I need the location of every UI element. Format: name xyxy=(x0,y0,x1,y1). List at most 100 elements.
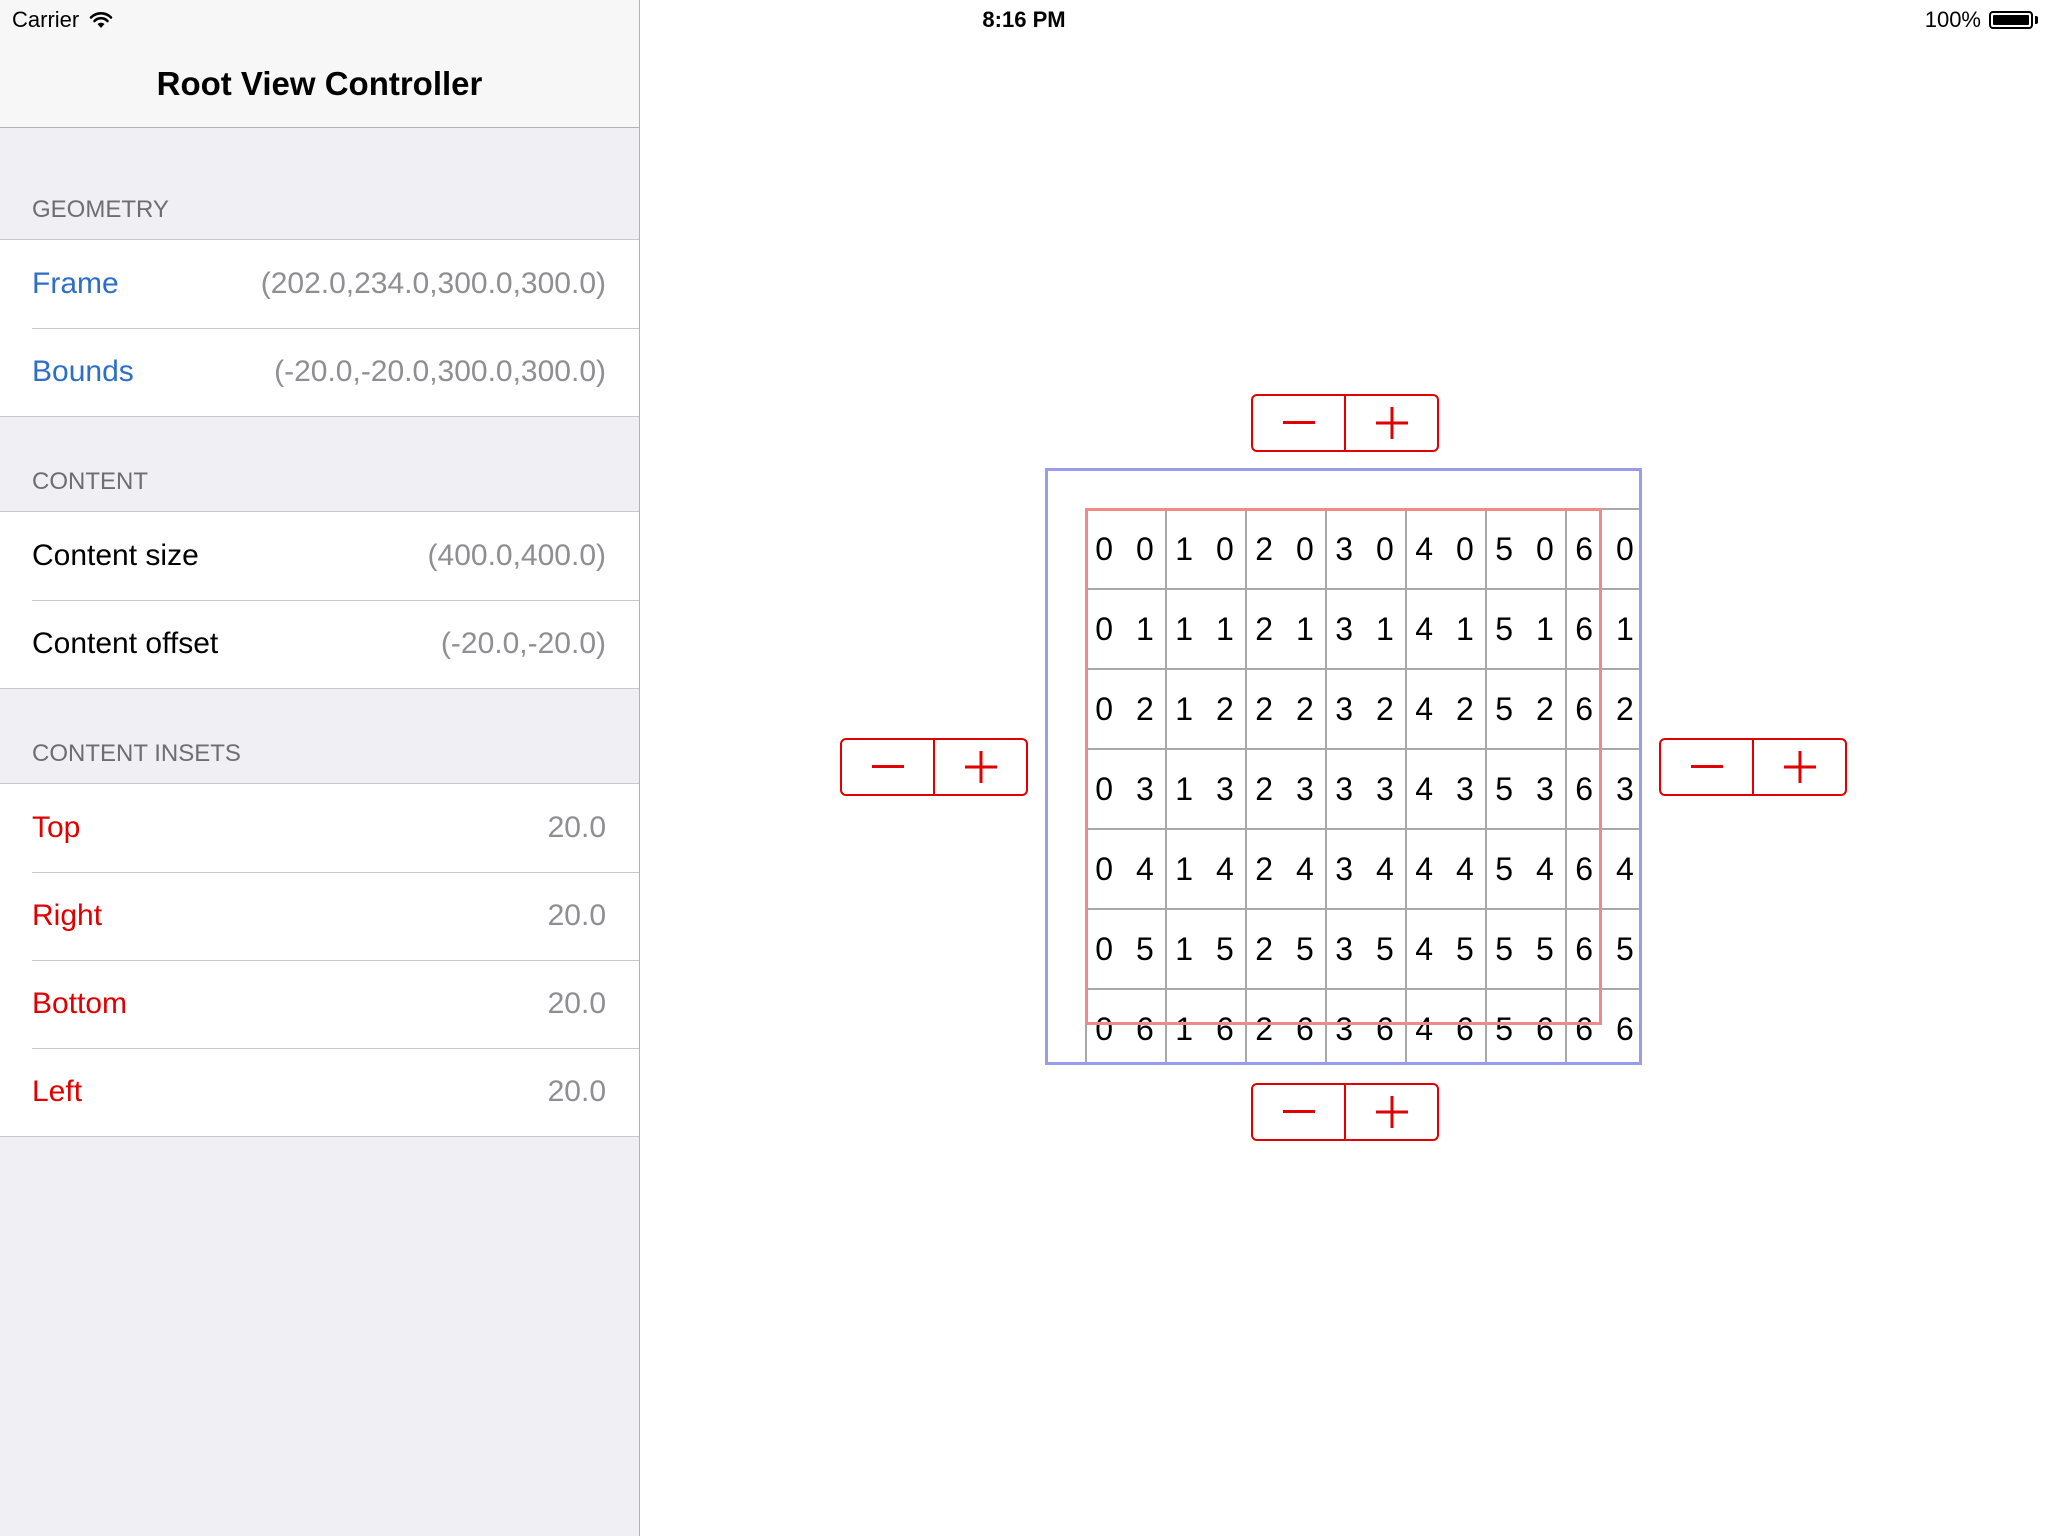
grid-cell: 1 6 xyxy=(1167,990,1247,1065)
grid-cell: 0 2 xyxy=(1087,670,1167,750)
grid-cell: 0 3 xyxy=(1087,750,1167,830)
stepper-top-decrement-button[interactable] xyxy=(1253,396,1344,450)
status-bar: Carrier 8:16 PM 100% xyxy=(0,0,2048,40)
row-inset-left[interactable]: Left 20.0 xyxy=(0,1048,639,1136)
insets-group: Top 20.0 Right 20.0 Bottom 20.0 Left 20.… xyxy=(0,783,639,1137)
plus-icon xyxy=(1783,751,1816,783)
stepper-left-decrement-button[interactable] xyxy=(842,740,933,794)
grid-cell: 4 0 xyxy=(1407,510,1487,590)
row-content-offset: Content offset (-20.0,-20.0) xyxy=(0,600,639,688)
grid-cell: 4 5 xyxy=(1407,910,1487,990)
minus-icon xyxy=(1690,765,1723,768)
grid-cell: 2 2 xyxy=(1247,670,1327,750)
grid-cell: 4 1 xyxy=(1407,590,1487,670)
grid-cell: 6 0 xyxy=(1567,510,1642,590)
content-group: Content size (400.0,400.0) Content offse… xyxy=(0,511,639,689)
plus-icon xyxy=(1375,407,1408,439)
row-inset-bottom[interactable]: Bottom 20.0 xyxy=(0,960,639,1048)
stepper-right-inset xyxy=(1659,738,1847,796)
stepper-bottom-increment-button[interactable] xyxy=(1344,1085,1437,1139)
section-header-content-insets: CONTENT INSETS xyxy=(32,740,241,767)
grid-cell: 5 3 xyxy=(1487,750,1567,830)
row-value-inset-left: 20.0 xyxy=(547,1075,606,1108)
grid-cell: 3 0 xyxy=(1327,510,1407,590)
minus-icon xyxy=(1282,421,1315,424)
row-label-inset-bottom: Bottom xyxy=(32,987,128,1020)
grid-cell: 6 6 xyxy=(1567,990,1642,1065)
grid-cell: 6 4 xyxy=(1567,830,1642,910)
plus-icon xyxy=(964,751,997,783)
grid-cell: 1 3 xyxy=(1167,750,1247,830)
row-value-content-size: (400.0,400.0) xyxy=(427,539,606,572)
stepper-top-inset xyxy=(1251,394,1439,452)
row-label-content-size: Content size xyxy=(32,539,199,572)
battery-tip xyxy=(2035,16,2038,24)
grid-cell: 5 1 xyxy=(1487,590,1567,670)
row-value-content-offset: (-20.0,-20.0) xyxy=(440,627,606,660)
grid-cell: 5 5 xyxy=(1487,910,1567,990)
grid-cell: 2 0 xyxy=(1247,510,1327,590)
grid-cell: 5 2 xyxy=(1487,670,1567,750)
grid-cell: 6 5 xyxy=(1567,910,1642,990)
grid-cell: 4 3 xyxy=(1407,750,1487,830)
row-inset-top[interactable]: Top 20.0 xyxy=(0,784,639,872)
grid-cell: 1 4 xyxy=(1167,830,1247,910)
grid-cell: 2 5 xyxy=(1247,910,1327,990)
battery-fill xyxy=(1993,15,2029,25)
minus-icon xyxy=(1282,1110,1315,1113)
stepper-right-decrement-button[interactable] xyxy=(1661,740,1752,794)
plus-icon xyxy=(1375,1096,1408,1128)
content-grid: 0 01 02 03 04 05 06 00 11 12 13 14 15 16… xyxy=(1085,508,1642,1065)
grid-cell: 3 1 xyxy=(1327,590,1407,670)
grid-cell: 6 3 xyxy=(1567,750,1642,830)
row-frame[interactable]: Frame (202.0,234.0,300.0,300.0) xyxy=(0,240,639,328)
grid-cell: 6 1 xyxy=(1567,590,1642,670)
stepper-left-increment-button[interactable] xyxy=(933,740,1026,794)
row-bounds[interactable]: Bounds (-20.0,-20.0,300.0,300.0) xyxy=(0,328,639,416)
row-value-inset-right: 20.0 xyxy=(547,899,606,932)
stepper-bottom-decrement-button[interactable] xyxy=(1253,1085,1344,1139)
row-label-inset-top: Top xyxy=(32,811,81,844)
battery-percent: 100% xyxy=(1924,7,1981,32)
grid-cell: 3 5 xyxy=(1327,910,1407,990)
row-value-inset-bottom: 20.0 xyxy=(547,987,606,1020)
grid-cell: 3 6 xyxy=(1327,990,1407,1065)
stepper-right-increment-button[interactable] xyxy=(1752,740,1845,794)
scroll-view-content[interactable]: 0 01 02 03 04 05 06 00 11 12 13 14 15 16… xyxy=(1085,508,1642,1065)
geometry-group: Frame (202.0,234.0,300.0,300.0) Bounds (… xyxy=(0,239,639,417)
grid-cell: 4 4 xyxy=(1407,830,1487,910)
grid-cell: 0 4 xyxy=(1087,830,1167,910)
grid-cell: 1 0 xyxy=(1167,510,1247,590)
grid-cell: 6 2 xyxy=(1567,670,1642,750)
grid-cell: 2 3 xyxy=(1247,750,1327,830)
stepper-left-inset xyxy=(840,738,1028,796)
grid-cell: 0 0 xyxy=(1087,510,1167,590)
row-label-content-offset: Content offset xyxy=(32,627,219,660)
grid-cell: 4 6 xyxy=(1407,990,1487,1065)
row-label-bounds: Bounds xyxy=(32,355,134,388)
row-content-size: Content size (400.0,400.0) xyxy=(0,512,639,600)
section-header-content: CONTENT xyxy=(32,468,148,495)
grid-cell: 2 1 xyxy=(1247,590,1327,670)
row-value-frame: (202.0,234.0,300.0,300.0) xyxy=(260,267,606,300)
grid-cell: 3 2 xyxy=(1327,670,1407,750)
row-value-bounds: (-20.0,-20.0,300.0,300.0) xyxy=(274,355,606,388)
grid-cell: 5 0 xyxy=(1487,510,1567,590)
row-inset-right[interactable]: Right 20.0 xyxy=(0,872,639,960)
stepper-top-increment-button[interactable] xyxy=(1344,396,1437,450)
grid-cell: 0 5 xyxy=(1087,910,1167,990)
grid-cell: 1 5 xyxy=(1167,910,1247,990)
grid-cell: 1 1 xyxy=(1167,590,1247,670)
status-time: 8:16 PM xyxy=(982,7,1066,32)
row-label-frame: Frame xyxy=(32,267,119,300)
grid-cell: 2 4 xyxy=(1247,830,1327,910)
grid-cell: 3 3 xyxy=(1327,750,1407,830)
grid-cell: 1 2 xyxy=(1167,670,1247,750)
section-header-geometry: GEOMETRY xyxy=(32,196,169,223)
grid-cell: 2 6 xyxy=(1247,990,1327,1065)
navbar-title: Root View Controller xyxy=(156,65,483,102)
row-label-inset-right: Right xyxy=(32,899,103,932)
grid-cell: 5 4 xyxy=(1487,830,1567,910)
sidebar: Root View Controller GEOMETRY Frame (202… xyxy=(0,0,640,1536)
grid-cell: 4 2 xyxy=(1407,670,1487,750)
